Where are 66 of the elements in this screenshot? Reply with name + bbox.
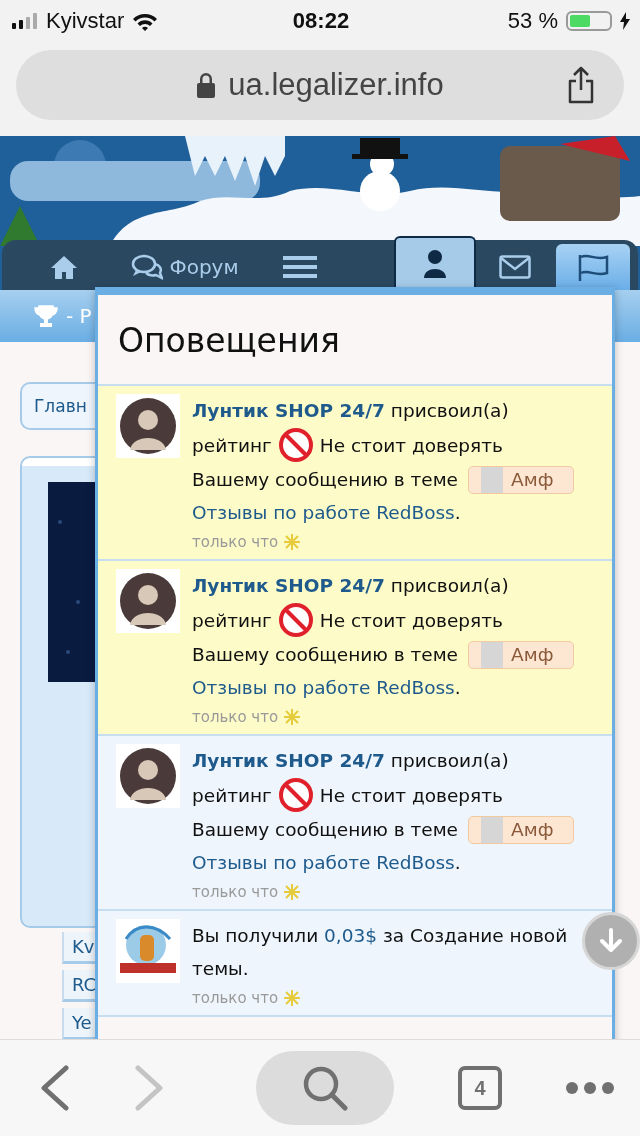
notification-item[interactable]: Вы получили 0,03$ за Создание новой темы. только что (98, 911, 612, 1017)
alerts-tab[interactable] (556, 244, 630, 290)
prefix-swatch-icon (481, 641, 503, 668)
flag-icon (577, 253, 609, 281)
popup-title: Оповещения (117, 320, 341, 362)
notification-item[interactable]: Лунтик SHOP 24/7 присвоил(а) рейтинг Не стоит доверять Вашему сообщению в теме Амф Отзывы по работе RedBoss. только что (98, 561, 612, 736)
battery-icon (566, 11, 612, 31)
charging-icon (620, 12, 630, 30)
avatar (116, 744, 180, 808)
chat-icon (131, 254, 164, 280)
notification-time: только что (192, 533, 279, 551)
prefix-label: Амф (468, 640, 575, 669)
notification-time: только что (192, 883, 279, 901)
forum-tab[interactable]: Форум (120, 244, 250, 290)
prefix-label: Амф (468, 465, 575, 494)
battery-percent: 53 % (507, 8, 558, 34)
tag-link[interactable]: Kv (62, 932, 96, 964)
prefix-label: Амф (468, 815, 575, 844)
sparkle-icon (284, 990, 301, 1006)
clock: 08:22 (292, 8, 350, 34)
signal-icon (12, 13, 38, 29)
subbar-text: - Р (66, 304, 92, 328)
author-link[interactable]: Лунтик SHOP 24/7 (192, 569, 385, 602)
avatar (116, 394, 180, 458)
home-icon (50, 255, 78, 279)
breadcrumb-link[interactable]: Главн (20, 382, 95, 430)
url-text: ua.legalizer.info (228, 67, 444, 103)
sparkle-icon (284, 884, 301, 900)
author-link[interactable]: Лунтик SHOP 24/7 (192, 394, 385, 427)
wifi-icon (132, 11, 159, 31)
menu-icon (283, 256, 317, 278)
notification-item[interactable]: Лунтик SHOP 24/7 присвоил(а) рейтинг Не стоит доверять Вашему сообщению в теме Амф Отзывы по работе RedBoss. только что (98, 386, 612, 561)
more-icon[interactable] (566, 1081, 614, 1095)
notification-text: Лунтик SHOP 24/7 присвоил(а) рейтинг Не стоит доверять Вашему сообщению в теме Амф Отзывы по работе RedBoss. (192, 569, 596, 704)
notification-time: только что (192, 989, 279, 1007)
notification-time: только что (192, 708, 279, 726)
trophy-icon (34, 305, 58, 327)
user-icon (424, 250, 446, 278)
lock-icon (196, 72, 217, 98)
prefix-swatch-icon (481, 466, 503, 493)
address-bar[interactable]: ua.legalizer.info (16, 50, 624, 120)
prohibited-icon (277, 602, 314, 638)
thread-link[interactable]: Отзывы по работе RedBoss (192, 671, 455, 704)
amount-link[interactable]: 0,03$ (324, 925, 378, 946)
share-icon[interactable] (566, 66, 596, 104)
prefix-swatch-icon (481, 816, 503, 843)
thread-link[interactable]: Отзывы по работе RedBoss (192, 496, 455, 529)
author-link[interactable]: Лунтик SHOP 24/7 (192, 744, 385, 777)
tag-link[interactable]: Ye (62, 1008, 96, 1040)
notification-item[interactable]: Лунтик SHOP 24/7 присвоил(а) рейтинг Не стоит доверять Вашему сообщению в теме Амф Отзывы по работе RedBoss. только что (98, 736, 612, 911)
tabs-button[interactable]: 4 (458, 1066, 502, 1110)
search-icon (302, 1065, 348, 1111)
prohibited-icon (277, 777, 314, 813)
notification-text: Лунтик SHOP 24/7 присвоил(а) рейтинг Не стоит доверять Вашему сообщению в теме Амф Отзывы по работе RedBoss. (192, 394, 596, 529)
sparkle-icon (284, 709, 301, 725)
thread-link[interactable]: Отзывы по работе RedBoss (192, 846, 455, 879)
tag-link[interactable]: RC (62, 970, 96, 1002)
mail-icon (499, 255, 531, 279)
notification-text: Лунтик SHOP 24/7 присвоил(а) рейтинг Не стоит доверять Вашему сообщению в теме Амф Отзывы по работе RedBoss. (192, 744, 596, 879)
carrier-name: Kyivstar (46, 8, 125, 34)
account-tab[interactable] (394, 236, 476, 290)
back-button[interactable] (40, 1065, 70, 1111)
down-arrow-icon (599, 928, 623, 954)
avatar (116, 569, 180, 633)
prohibited-icon (277, 427, 314, 463)
sparkle-icon (284, 534, 301, 550)
